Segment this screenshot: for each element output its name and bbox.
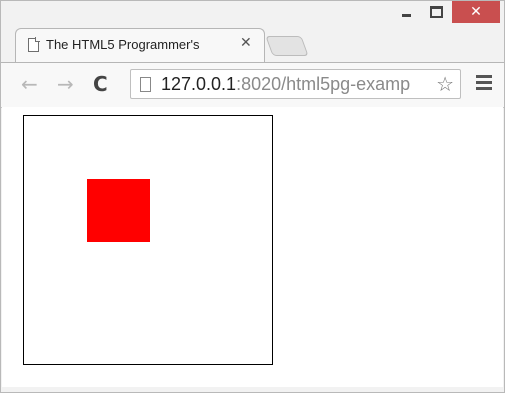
bookmark-star-icon[interactable]: ☆ — [436, 72, 454, 96]
window-close-button[interactable]: ✕ — [452, 1, 500, 23]
forward-arrow-icon[interactable]: → — [57, 72, 74, 96]
browser-tab[interactable]: The HTML5 Programmer's ✕ — [15, 28, 265, 62]
minimize-button[interactable] — [392, 1, 420, 23]
new-tab-button[interactable] — [265, 36, 309, 56]
close-icon: ✕ — [470, 4, 482, 20]
tab-close-icon[interactable]: ✕ — [240, 35, 252, 51]
back-arrow-icon[interactable]: ← — [21, 72, 38, 96]
address-bar[interactable]: 127.0.0.1:8020/html5pg-examp ☆ — [130, 69, 461, 99]
drawing-canvas[interactable] — [23, 115, 273, 365]
maximize-button[interactable] — [422, 1, 450, 23]
page-icon — [140, 77, 151, 92]
maximize-icon — [429, 6, 443, 18]
page-icon — [28, 37, 40, 52]
browser-window: ✕ The HTML5 Programmer's ✕ ← → C 127.0.0… — [0, 0, 505, 393]
reload-icon[interactable]: C — [93, 72, 108, 96]
url-text[interactable]: 127.0.0.1:8020/html5pg-examp — [161, 74, 429, 95]
page-viewport — [2, 107, 503, 387]
url-path: :8020/html5pg-examp — [236, 74, 411, 94]
tab-title: The HTML5 Programmer's — [46, 37, 200, 52]
menu-icon[interactable] — [476, 75, 492, 93]
minimize-icon — [401, 13, 411, 17]
red-square — [87, 179, 150, 242]
browser-toolbar: ← → C 127.0.0.1:8020/html5pg-examp ☆ — [1, 62, 504, 108]
url-host: 127.0.0.1 — [161, 74, 237, 94]
